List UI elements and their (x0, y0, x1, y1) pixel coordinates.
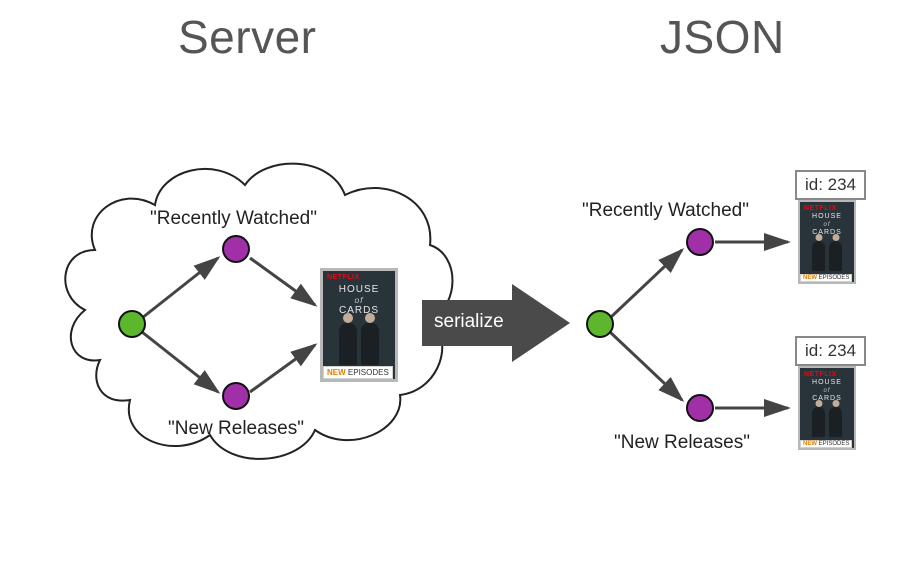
poster-brand: NETFLIX (327, 274, 360, 281)
heading-json: JSON (660, 10, 785, 64)
heading-server: Server (178, 10, 316, 64)
poster-title: HOUSE of CARDS (323, 285, 395, 316)
poster-badge: NEW EPISODES (323, 366, 393, 379)
json-bottom-label: "New Releases" (614, 432, 750, 454)
json-bottom-node (686, 394, 714, 422)
serialize-label: serialize (434, 311, 504, 333)
json-top-node (686, 228, 714, 256)
serialize-arrow: serialize (412, 278, 572, 368)
server-diagram: "Recently Watched" "New Releases" NETFLI… (40, 120, 460, 480)
poster-figures (323, 323, 395, 365)
json-diagram: "Recently Watched" "New Releases" id: 23… (570, 150, 900, 480)
poster-badge: NEW EPISODES (800, 440, 852, 448)
poster-brand: NETFLIX (804, 205, 837, 212)
top-category-node (222, 235, 250, 263)
poster-badge: NEW EPISODES (800, 274, 852, 282)
json-top-label: "Recently Watched" (582, 200, 749, 222)
json-bottom-id: id: 234 (795, 336, 866, 366)
poster-title: HOUSE of CARDS (800, 213, 854, 237)
server-poster: NETFLIX HOUSE of CARDS NEW EPISODES (320, 268, 398, 382)
poster-title: HOUSE of CARDS (800, 379, 854, 403)
json-top-id: id: 234 (795, 170, 866, 200)
root-node (118, 310, 146, 338)
server-top-label: "Recently Watched" (150, 208, 317, 230)
json-root-node (586, 310, 614, 338)
bottom-category-node (222, 382, 250, 410)
json-top-poster: NETFLIX HOUSE of CARDS NEW EPISODES (798, 200, 856, 284)
json-bottom-poster: NETFLIX HOUSE of CARDS NEW EPISODES (798, 366, 856, 450)
poster-brand: NETFLIX (804, 371, 837, 378)
server-bottom-label: "New Releases" (168, 418, 304, 440)
